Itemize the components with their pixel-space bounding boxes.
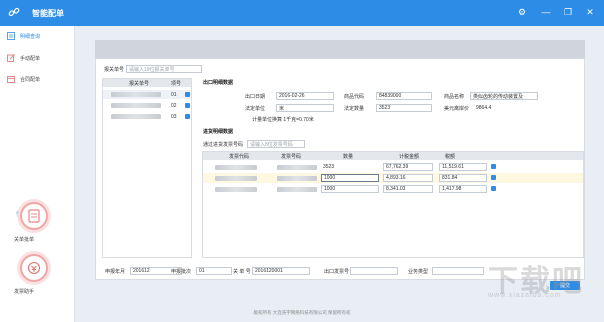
invoice-no-filter-input[interactable]: 请输入8位发票号码: [247, 140, 305, 148]
col-item-no: 项号: [171, 80, 182, 87]
legal-unit-field[interactable]: 米: [276, 104, 334, 112]
restore-window-icon[interactable]: ❐: [563, 7, 573, 17]
expand-icon[interactable]: [185, 92, 190, 97]
qty-cell[interactable]: 1000: [321, 185, 379, 193]
edit-icon: [6, 54, 15, 63]
fob-usd-value: 9864.4: [474, 104, 538, 112]
tax-cell[interactable]: 1,417.98: [439, 185, 487, 193]
col-invoice-no: 发票号码: [281, 153, 302, 160]
customs-doc-no-label: 关 单 号: [233, 269, 251, 275]
goods-name-field[interactable]: 类似齿轮的传动装置及: [470, 92, 538, 100]
copyright-footer: 版权所有 大连浩宇网络科技有限公司 保留所有权: [253, 310, 351, 315]
close-icon[interactable]: ✕: [585, 7, 595, 17]
table-row[interactable]: 1000 8,341.03 1,417.98: [203, 184, 583, 194]
col-tax: 税额: [445, 153, 456, 160]
declare-batch-label: 申报批次: [171, 269, 192, 275]
goods-code-field[interactable]: 84839000: [376, 92, 432, 100]
redacted-text: [111, 92, 161, 97]
declare-period-label: 申报年月: [105, 269, 126, 275]
col-customs-no: 报关单号: [129, 80, 150, 87]
settings-gear-icon[interactable]: ⚙: [517, 7, 527, 17]
list-item[interactable]: 03: [103, 112, 191, 121]
redacted-text: [215, 164, 257, 170]
table-row[interactable]: 1000 4,893.16 831.84: [203, 173, 583, 183]
export-date-field[interactable]: 2016-02-26: [276, 92, 334, 100]
col-invoice-code: 发票代码: [229, 153, 250, 160]
tax-cell[interactable]: 831.84: [439, 174, 487, 182]
redacted-text: [277, 186, 317, 192]
redacted-text: [215, 186, 257, 192]
sidebar-item-label: 合同配单: [20, 76, 41, 83]
invoice-helper-label: 发票助手: [14, 289, 35, 295]
col-taxable-amount: 计税金额: [399, 153, 420, 160]
contract-icon: [6, 75, 15, 84]
export-date-label: 出口日期: [245, 94, 266, 100]
expand-icon[interactable]: [185, 103, 190, 108]
export-invoice-field[interactable]: [350, 267, 398, 275]
panel-header: [95, 40, 585, 58]
invoice-helper-button[interactable]: [20, 254, 48, 282]
customs-list-header: 报关单号 项号: [103, 79, 191, 87]
goods-code-label: 商品代码: [344, 94, 365, 100]
business-type-label: 业务类型: [408, 269, 429, 275]
tax-cell[interactable]: 11,519.61: [439, 163, 487, 171]
export-section-title: 出口明细数据: [203, 80, 234, 86]
redacted-text: [277, 164, 317, 170]
legal-unit-label: 法定单位: [245, 106, 266, 112]
minimize-icon[interactable]: —: [541, 7, 551, 17]
col-qty: 数量: [343, 153, 354, 160]
item-no: 01: [171, 91, 177, 98]
qty-cell[interactable]: 3523: [321, 163, 379, 171]
export-invoice-label: 出口发票号: [324, 269, 350, 275]
unit-conversion-text: 计量单位换算 1千克=0.70米: [252, 117, 314, 123]
redacted-text: [277, 175, 317, 181]
goods-name-label: 商品名称: [444, 94, 465, 100]
sidebar-item-label: 手动配单: [20, 55, 41, 62]
list-item[interactable]: 01: [103, 90, 191, 99]
invoice-table-header: 发票代码 发票号码 数量 计税金额 税额: [203, 152, 583, 160]
customs-list: 报关单号 项号 01 02 03: [102, 78, 192, 258]
customs-no-input[interactable]: 请输入19位报关单号: [126, 65, 202, 73]
item-no: 02: [171, 102, 177, 109]
item-no: 03: [171, 113, 177, 120]
document-icon: [28, 209, 40, 223]
invoice-icon: [28, 262, 40, 274]
declare-batch-field[interactable]: 01: [196, 267, 232, 275]
sidebar: 明细查询 手动配单 合同配单 快捷入口 关单批单 发票助手: [0, 26, 75, 322]
invoice-section-title: 进货明细数据: [203, 129, 234, 135]
sidebar-item-contract-match[interactable]: 合同配单: [6, 72, 72, 86]
watermark-url: www.xiazaiba.com: [488, 292, 562, 299]
legal-qty-label: 法定数量: [344, 106, 365, 112]
amount-cell[interactable]: 67,762.39: [383, 163, 433, 171]
redacted-text: [111, 114, 161, 119]
link-logo-icon: [8, 7, 20, 17]
fob-usd-label: 美元离岸价: [444, 106, 470, 112]
row-action-icon[interactable]: [491, 175, 496, 180]
qty-cell[interactable]: 1000: [321, 174, 379, 182]
expand-icon[interactable]: [185, 114, 190, 119]
app-title: 智能配单: [32, 9, 64, 18]
search-list-icon: [6, 32, 15, 41]
customs-doc-button[interactable]: [20, 202, 48, 230]
table-row[interactable]: 3523 67,762.39 11,519.61: [203, 162, 583, 172]
list-item[interactable]: 02: [103, 101, 191, 110]
row-action-icon[interactable]: [491, 164, 496, 169]
invoice-table: 发票代码 发票号码 数量 计税金额 税额 3523 67,762.39 11,5…: [202, 151, 584, 258]
customs-doc-no-field[interactable]: 2016120001: [252, 267, 310, 275]
sidebar-item-manual-match[interactable]: 手动配单: [6, 51, 72, 65]
customs-doc-label: 关单批单: [14, 237, 35, 243]
title-bar: 智能配单 ⚙ — ❐ ✕: [0, 0, 604, 26]
sidebar-item-label: 明细查询: [20, 33, 41, 40]
sidebar-item-detail-query[interactable]: 明细查询: [6, 29, 72, 43]
invoice-filter-label: 通过进货发票号码: [203, 142, 244, 148]
redacted-text: [215, 175, 257, 181]
legal-qty-field[interactable]: 3523: [376, 104, 432, 112]
row-action-icon[interactable]: [491, 186, 496, 191]
customs-no-label: 报关单号: [104, 67, 125, 73]
redacted-text: [111, 103, 161, 108]
amount-cell[interactable]: 4,893.16: [383, 174, 433, 182]
amount-cell[interactable]: 8,341.03: [383, 185, 433, 193]
business-type-select[interactable]: [432, 267, 484, 275]
